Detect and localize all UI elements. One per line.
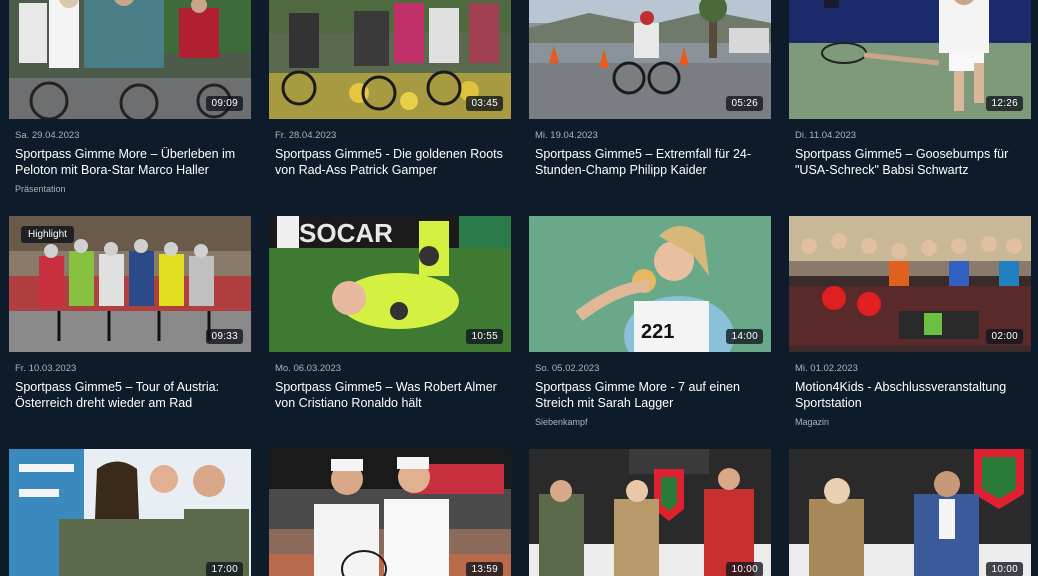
tennis-duo-thumbnail[interactable]: 13:59 bbox=[269, 449, 511, 576]
video-title[interactable]: Sportpass Gimme5 – Was Robert Almer von … bbox=[275, 380, 507, 411]
svg-text:221: 221 bbox=[641, 321, 674, 343]
video-title[interactable]: Sportpass Gimme5 – Extremfall für 24-Stu… bbox=[535, 147, 767, 178]
duration-label: 02:00 bbox=[986, 329, 1023, 344]
athletes-group-thumbnail[interactable]: 17:00 bbox=[9, 449, 251, 576]
video-card[interactable]: 17:00 bbox=[9, 449, 251, 576]
duration-label: 17:00 bbox=[206, 562, 243, 576]
video-card[interactable]: 13:59 bbox=[269, 449, 511, 576]
video-title[interactable]: Sportpass Gimme More - 7 auf einen Strei… bbox=[535, 380, 767, 411]
duration-label: 13:59 bbox=[466, 562, 503, 576]
video-date: Mo. 06.03.2023 bbox=[275, 363, 342, 374]
video-title[interactable]: Sportpass Gimme5 – Tour of Austria: Öste… bbox=[15, 380, 247, 411]
video-date: So. 05.02.2023 bbox=[535, 363, 600, 374]
kids-crowd-thumbnail[interactable]: 02:00 bbox=[789, 216, 1031, 352]
goalkeeper-thumbnail[interactable]: SOCAR 10:55 bbox=[269, 216, 511, 352]
svg-text:SOCAR: SOCAR bbox=[299, 218, 393, 248]
video-date: Mi. 01.02.2023 bbox=[795, 363, 858, 374]
duration-label: 14:00 bbox=[726, 329, 763, 344]
shot-put-athlete-thumbnail[interactable]: 221 14:00 bbox=[529, 216, 771, 352]
video-card[interactable]: 10:00 bbox=[529, 449, 771, 576]
video-title[interactable]: Motion4Kids - Abschlussveranstaltung Spo… bbox=[795, 380, 1027, 411]
video-category: Magazin bbox=[795, 417, 830, 427]
interview-panel-thumbnail[interactable]: 10:00 bbox=[529, 449, 771, 576]
highlight-badge: Highlight bbox=[21, 226, 74, 243]
video-card[interactable]: Highlight 09:33 Fr. 10.03.2023 Sportpass… bbox=[9, 216, 251, 417]
video-title[interactable]: Sportpass Gimme5 – Goosebumps für "USA-S… bbox=[795, 147, 1027, 178]
video-date: Fr. 28.04.2023 bbox=[275, 130, 337, 141]
video-category: Präsentation bbox=[15, 184, 66, 194]
video-card[interactable]: 05:26 Mi. 19.04.2023 Sportpass Gimme5 – … bbox=[529, 0, 771, 184]
duration-label: 09:33 bbox=[206, 329, 243, 344]
video-date: Di. 11.04.2023 bbox=[795, 130, 857, 141]
tennis-player-thumbnail[interactable]: 12:26 bbox=[789, 0, 1031, 119]
duration-label: 10:00 bbox=[726, 562, 763, 576]
duration-label: 03:45 bbox=[466, 96, 503, 111]
video-grid: 09:09 Sa. 29.04.2023 Sportpass Gimme Mor… bbox=[0, 0, 1038, 576]
duration-label: 10:00 bbox=[986, 562, 1023, 576]
cyclist-road-thumbnail[interactable]: 05:26 bbox=[529, 0, 771, 119]
video-card[interactable]: 12:26 Di. 11.04.2023 Sportpass Gimme5 – … bbox=[789, 0, 1031, 184]
video-card[interactable]: 03:45 Fr. 28.04.2023 Sportpass Gimme5 - … bbox=[269, 0, 511, 184]
video-card[interactable]: 02:00 Mi. 01.02.2023 Motion4Kids - Absch… bbox=[789, 216, 1031, 427]
video-title[interactable]: Sportpass Gimme More – Überleben im Pelo… bbox=[15, 147, 247, 178]
duration-label: 09:09 bbox=[206, 96, 243, 111]
cycling-tour-thumbnail[interactable]: Highlight 09:33 bbox=[9, 216, 251, 352]
video-category: Siebenkampf bbox=[535, 417, 588, 427]
video-card[interactable]: 10:00 bbox=[789, 449, 1031, 576]
cycling-race-thumbnail[interactable]: 03:45 bbox=[269, 0, 511, 119]
video-date: Mi. 19.04.2023 bbox=[535, 130, 598, 141]
duration-label: 12:26 bbox=[986, 96, 1023, 111]
cycling-peloton-thumbnail[interactable]: 09:09 bbox=[9, 0, 251, 119]
interview-duo-thumbnail[interactable]: 10:00 bbox=[789, 449, 1031, 576]
duration-label: 05:26 bbox=[726, 96, 763, 111]
video-date: Sa. 29.04.2023 bbox=[15, 130, 80, 141]
video-title[interactable]: Sportpass Gimme5 - Die goldenen Roots vo… bbox=[275, 147, 507, 178]
video-card[interactable]: SOCAR 10:55 Mo. 06.03.2023 Sportpass Gim… bbox=[269, 216, 511, 417]
video-card[interactable]: 09:09 Sa. 29.04.2023 Sportpass Gimme Mor… bbox=[9, 0, 251, 194]
video-date: Fr. 10.03.2023 bbox=[15, 363, 77, 374]
duration-label: 10:55 bbox=[466, 329, 503, 344]
video-card[interactable]: 221 14:00 So. 05.02.2023 Sportpass Gimme… bbox=[529, 216, 771, 427]
